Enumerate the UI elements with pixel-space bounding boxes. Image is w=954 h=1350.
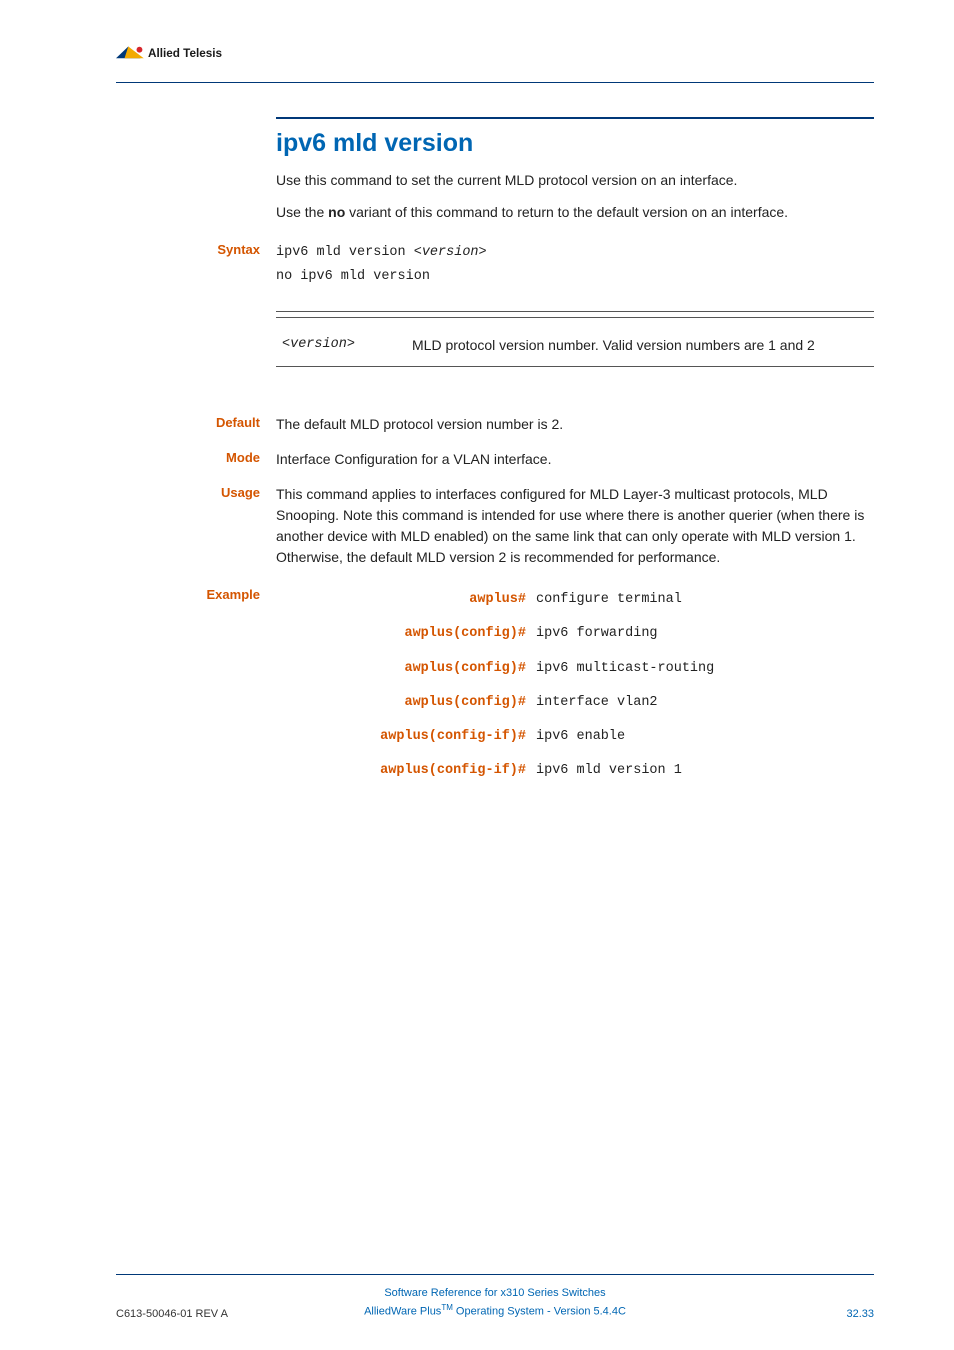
intro-line-1: Use this command to set the current MLD … — [276, 170, 874, 190]
syntax-label: Syntax — [116, 241, 276, 401]
brand-text: Allied Telesis — [148, 47, 223, 60]
example-command: ipv6 mld version 1 — [536, 761, 682, 781]
mode-label: Mode — [116, 449, 276, 470]
footer-title: Software Reference for x310 Series Switc… — [296, 1285, 694, 1302]
example-row: awplus(config)# interface vlan2 — [276, 693, 874, 713]
example-prompt: awplus(config)# — [276, 693, 536, 713]
parameter-table: <version> MLD protocol version number. V… — [276, 311, 874, 374]
title-rule — [276, 117, 874, 119]
example-prompt: awplus(config-if)# — [276, 761, 536, 781]
example-command: ipv6 multicast-routing — [536, 659, 714, 679]
footer-page-number: 32.33 — [694, 1308, 874, 1320]
syntax-section: Syntax ipv6 mld version <version> no ipv… — [276, 241, 874, 401]
example-row: awplus(config)# ipv6 multicast-routing — [276, 659, 874, 679]
example-body: awplus# configure terminal awplus(config… — [276, 590, 874, 796]
example-command: interface vlan2 — [536, 693, 658, 713]
example-prompt: awplus(config)# — [276, 624, 536, 644]
param-row: <version> MLD protocol version number. V… — [276, 325, 874, 366]
syntax-line-2: no ipv6 mld version — [276, 265, 874, 289]
mode-section: Mode Interface Configuration for a VLAN … — [276, 449, 874, 470]
example-row: awplus(config-if)# ipv6 enable — [276, 727, 874, 747]
param-description: MLD protocol version number. Valid versi… — [412, 335, 868, 356]
usage-label: Usage — [116, 484, 276, 568]
header-divider — [116, 82, 874, 83]
example-command: configure terminal — [536, 590, 682, 610]
example-row: awplus(config-if)# ipv6 mld version 1 — [276, 761, 874, 781]
example-prompt: awplus(config)# — [276, 659, 536, 679]
example-label: Example — [116, 586, 276, 796]
command-title: ipv6 mld version — [276, 129, 874, 158]
footer-center: Software Reference for x310 Series Switc… — [296, 1285, 694, 1320]
intro-line-2: Use the no variant of this command to re… — [276, 202, 874, 222]
mode-text: Interface Configuration for a VLAN inter… — [276, 449, 874, 470]
footer-divider — [116, 1274, 874, 1275]
default-label: Default — [116, 414, 276, 435]
example-command: ipv6 forwarding — [536, 624, 658, 644]
default-text: The default MLD protocol version number … — [276, 414, 874, 435]
example-section: Example awplus# configure terminal awplu… — [276, 586, 874, 796]
footer-doc-id: C613-50046-01 REV A — [116, 1308, 296, 1320]
default-section: Default The default MLD protocol version… — [276, 414, 874, 435]
syntax-line-1: ipv6 mld version <version> — [276, 241, 874, 265]
footer-subtitle: AlliedWare PlusTM Operating System - Ver… — [296, 1302, 694, 1320]
example-row: awplus(config)# ipv6 forwarding — [276, 624, 874, 644]
usage-section: Usage This command applies to interfaces… — [276, 484, 874, 568]
brand-logo-icon: Allied Telesis — [116, 40, 276, 68]
param-name: <version> — [282, 335, 412, 356]
usage-text: This command applies to interfaces confi… — [276, 484, 874, 568]
example-command: ipv6 enable — [536, 727, 625, 747]
page-footer: C613-50046-01 REV A Software Reference f… — [0, 1274, 954, 1320]
example-prompt: awplus(config-if)# — [276, 727, 536, 747]
brand-header: Allied Telesis — [116, 40, 874, 68]
example-row: awplus# configure terminal — [276, 590, 874, 610]
intro-block: Use this command to set the current MLD … — [276, 170, 874, 223]
example-prompt: awplus# — [276, 590, 536, 610]
